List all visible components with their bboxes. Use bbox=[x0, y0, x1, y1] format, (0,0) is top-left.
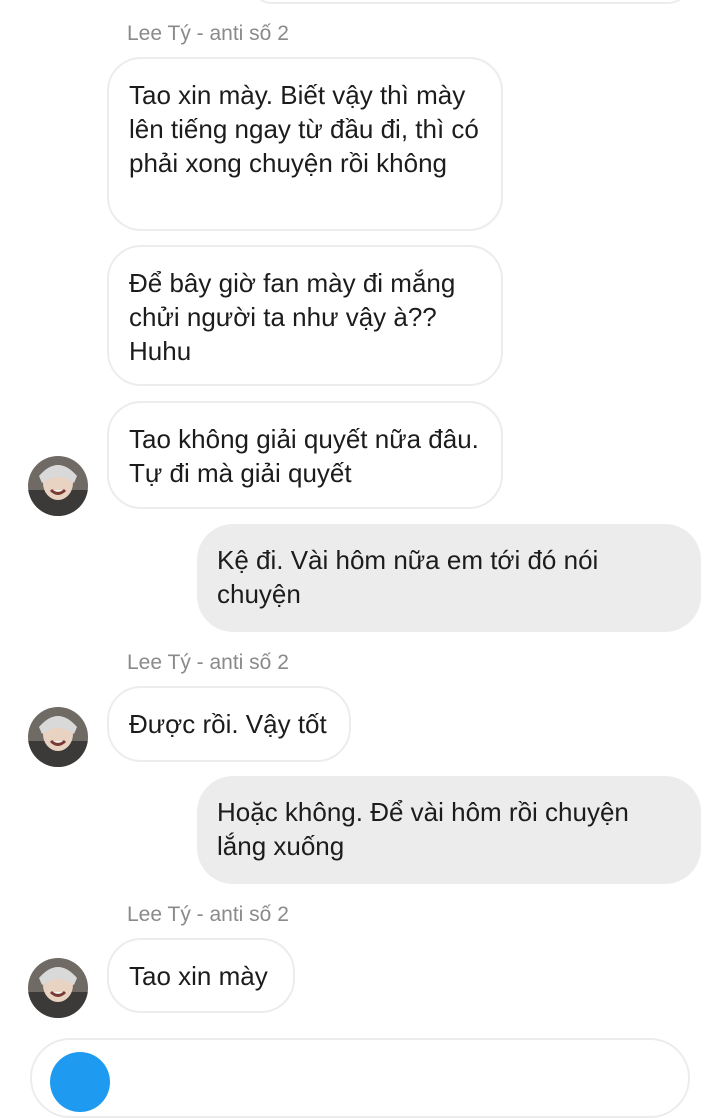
avatar-icon bbox=[28, 707, 88, 767]
message-text: Tao xin mày. Biết vậy thì mày lên tiếng … bbox=[129, 80, 479, 178]
message-text: Tao không giải quyết nữa đâu. Tự đi mà g… bbox=[129, 424, 479, 488]
message-text: Được rồi. Vậy tốt bbox=[129, 709, 327, 739]
message-text: Kệ đi. Vài hôm nữa em tới đó nói chuyện bbox=[217, 545, 599, 609]
incoming-message-bubble[interactable]: Được rồi. Vậy tốt bbox=[107, 686, 351, 762]
contact-avatar[interactable] bbox=[28, 456, 88, 516]
contact-avatar[interactable] bbox=[28, 958, 88, 1018]
outgoing-message-bubble[interactable]: Hoặc không. Để vài hôm rồi chuyện lắng x… bbox=[197, 776, 701, 884]
message-text: Để bây giờ fan mày đi mắng chửi người ta… bbox=[129, 268, 456, 366]
incoming-message-bubble[interactable]: Tao xin mày bbox=[107, 938, 295, 1013]
sender-name-label: Lee Tý - anti số 2 bbox=[127, 22, 289, 45]
message-text: Hoặc không. Để vài hôm rồi chuyện lắng x… bbox=[217, 797, 629, 861]
message-composer[interactable] bbox=[30, 1038, 690, 1118]
avatar-icon bbox=[28, 958, 88, 1018]
avatar-icon bbox=[28, 456, 88, 516]
previous-message-bubble[interactable] bbox=[250, 0, 690, 4]
sender-name-label: Lee Tý - anti số 2 bbox=[127, 903, 289, 926]
contact-avatar[interactable] bbox=[28, 707, 88, 767]
sender-name-label: Lee Tý - anti số 2 bbox=[127, 651, 289, 674]
composer-action-icon[interactable] bbox=[50, 1052, 110, 1112]
incoming-message-bubble[interactable]: Tao xin mày. Biết vậy thì mày lên tiếng … bbox=[107, 57, 503, 231]
incoming-message-bubble[interactable]: Để bây giờ fan mày đi mắng chửi người ta… bbox=[107, 245, 503, 386]
incoming-message-bubble[interactable]: Tao không giải quyết nữa đâu. Tự đi mà g… bbox=[107, 401, 503, 509]
message-text: Tao xin mày bbox=[129, 961, 268, 991]
outgoing-message-bubble[interactable]: Kệ đi. Vài hôm nữa em tới đó nói chuyện bbox=[197, 524, 701, 632]
